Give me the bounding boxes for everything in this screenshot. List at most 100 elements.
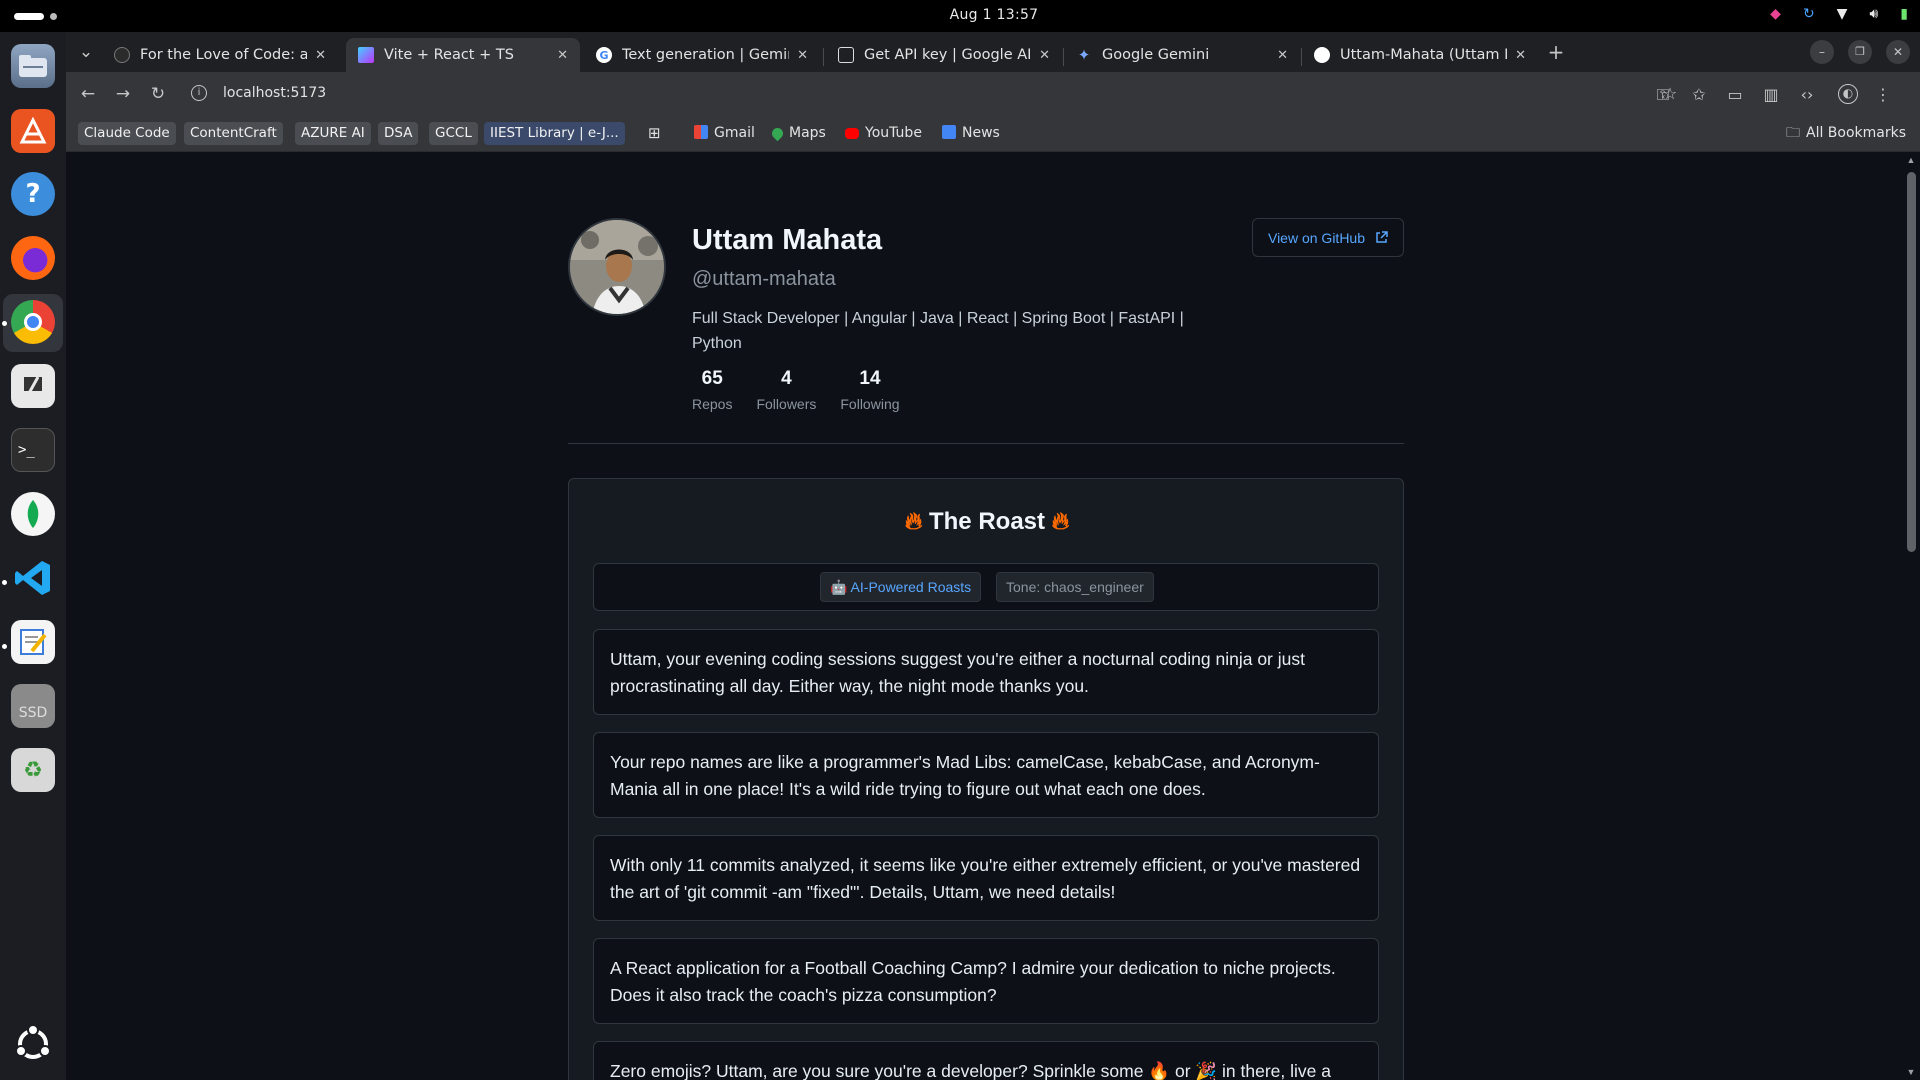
apps-grid-icon[interactable]: ⊞	[648, 122, 661, 145]
stat-value: 4	[781, 368, 792, 389]
browser-tab-bar: ⌄ For the Love of Code: a s ✕ Vite + Rea…	[66, 32, 1920, 72]
chrome-icon[interactable]	[11, 300, 55, 344]
bookmark-azure-ai[interactable]: AZURE AI	[295, 122, 371, 145]
side-panel-icon[interactable]: ▥	[1760, 84, 1782, 106]
system-tray[interactable]: ◆ ↻ ▼ 🔊︎ ▮	[1770, 6, 1908, 22]
stat-value: 14	[859, 368, 881, 389]
wifi-icon[interactable]: ▼	[1837, 6, 1848, 22]
reload-button[interactable]: ↻	[146, 82, 170, 106]
ai-studio-icon	[838, 47, 854, 63]
page-viewport: Uttam Mahata @uttam-mahata Full Stack De…	[66, 152, 1920, 1080]
all-bookmarks-label: All Bookmarks	[1806, 125, 1907, 141]
profile-username: @uttam-mahata	[692, 268, 836, 290]
show-apps-icon[interactable]	[11, 1022, 55, 1066]
browser-toolbar: ← → ↻ i localhost:5173 ☆ ⚿ ✩ ▭ ▥ ‹› ◐ ⋮	[66, 72, 1920, 116]
scrollbar-thumb[interactable]	[1907, 172, 1916, 552]
sync-icon[interactable]: ↻	[1803, 6, 1815, 22]
password-key-icon[interactable]: ⚿	[1652, 84, 1674, 106]
tab-title: Get API key | Google AI S	[864, 47, 1032, 63]
trash-icon[interactable]: ♻	[11, 748, 55, 792]
firefox-icon[interactable]	[11, 236, 55, 280]
ssd-drive-icon[interactable]: SSD	[11, 684, 55, 728]
roast-item: Zero emojis? Uttam, are you sure you're …	[593, 1041, 1379, 1080]
url-text: localhost:5173	[223, 85, 327, 101]
roast-item: A React application for a Football Coach…	[593, 938, 1379, 1024]
battery-icon[interactable]: ▮	[1900, 6, 1908, 22]
maps-icon	[769, 125, 786, 142]
remote-desktop-icon[interactable]	[11, 364, 55, 408]
bookmark-contentcraft[interactable]: ContentCraft	[184, 122, 283, 145]
close-tab-icon[interactable]: ✕	[1039, 48, 1050, 63]
external-link-icon	[1376, 231, 1388, 243]
bookmark-youtube[interactable]: YouTube	[845, 122, 922, 145]
forward-button[interactable]: →	[111, 82, 135, 106]
bookmark-dsa[interactable]: DSA	[378, 122, 419, 145]
bookmark-claude-code[interactable]: Claude Code	[78, 122, 176, 145]
view-on-github-button[interactable]: View on GitHub	[1252, 218, 1404, 257]
scroll-up-arrow[interactable]: ▲	[1906, 155, 1916, 165]
extensions-star-icon[interactable]: ✩	[1688, 84, 1710, 106]
vscode-running-indicator	[2, 580, 7, 585]
files-app-icon[interactable]	[11, 44, 55, 88]
minimize-window-button[interactable]: –	[1810, 40, 1834, 64]
cast-icon[interactable]: ▭	[1724, 84, 1746, 106]
close-window-button[interactable]: ✕	[1886, 40, 1910, 64]
bookmark-news[interactable]: News	[942, 122, 1000, 145]
profile-avatar-icon[interactable]: ◐	[1838, 84, 1858, 104]
tab-text-generation[interactable]: G Text generation | Gemin ✕	[584, 38, 820, 72]
bookmark-iiest-library[interactable]: IIEST Library | e-J...	[484, 122, 625, 145]
stat-repos: 65 Repos	[692, 368, 732, 412]
text-editor-icon[interactable]	[11, 620, 55, 664]
tab-google-gemini[interactable]: ✦ Google Gemini ✕	[1064, 38, 1300, 72]
mongodb-compass-icon[interactable]	[11, 492, 55, 536]
bookmark-gmail[interactable]: Gmail	[694, 122, 755, 145]
news-icon	[942, 125, 956, 139]
site-info-icon[interactable]: i	[191, 85, 207, 101]
stat-following: 14 Following	[840, 368, 899, 412]
roast-item: Your repo names are like a programmer's …	[593, 732, 1379, 818]
bookmark-maps[interactable]: Maps	[769, 122, 826, 145]
avatar	[568, 218, 666, 316]
tab-get-api-key[interactable]: Get API key | Google AI S ✕	[826, 38, 1062, 72]
system-clock[interactable]: Aug 1 13:57	[0, 7, 1920, 23]
all-bookmarks-button[interactable]: 🗀 All Bookmarks	[1786, 122, 1906, 145]
app-center-icon[interactable]	[11, 109, 55, 153]
tab-title: Uttam-Mahata (Uttam M	[1340, 47, 1508, 63]
tab-love-of-code[interactable]: For the Love of Code: a s ✕	[102, 38, 338, 72]
chrome-running-indicator	[2, 321, 7, 326]
system-top-bar: Aug 1 13:57 ◆ ↻ ▼ 🔊︎ ▮	[0, 0, 1920, 32]
close-tab-icon[interactable]: ✕	[315, 48, 326, 63]
help-icon[interactable]: ?	[11, 172, 55, 216]
app-indicator-icon[interactable]: ◆	[1770, 6, 1781, 22]
roast-card: 🔥︎ The Roast 🔥︎ 🤖 AI-Powered Roasts Tone…	[568, 478, 1404, 1080]
browser-menu-icon[interactable]: ⋮	[1872, 84, 1894, 106]
tab-vite-react[interactable]: Vite + React + TS ✕	[346, 38, 580, 72]
scroll-down-arrow[interactable]: ▼	[1906, 1067, 1916, 1077]
close-tab-icon[interactable]: ✕	[1515, 48, 1526, 63]
tab-search-button[interactable]: ⌄	[74, 40, 98, 64]
ubuntu-dock: ? >_ SSD ♻	[0, 32, 66, 1080]
profile-divider	[568, 443, 1404, 444]
bookmark-gccl[interactable]: GCCL	[429, 122, 478, 145]
fire-icon: 🔥︎	[1051, 507, 1070, 535]
profile-bio: Full Stack Developer | Angular | Java | …	[692, 310, 1184, 352]
address-bar[interactable]: i localhost:5173 ☆	[179, 78, 1689, 110]
vscode-icon[interactable]	[11, 556, 55, 600]
devtools-code-icon[interactable]: ‹›	[1796, 84, 1818, 106]
gmail-icon	[694, 125, 708, 139]
volume-icon[interactable]: 🔊︎	[1869, 6, 1878, 22]
page-scrollbar[interactable]: ▲ ▼	[1902, 152, 1920, 1080]
terminal-icon[interactable]: >_	[11, 428, 55, 472]
github-button-label: View on GitHub	[1267, 229, 1365, 246]
close-tab-icon[interactable]: ✕	[1277, 48, 1288, 63]
tab-uttam-github[interactable]: Uttam-Mahata (Uttam M ✕	[1302, 38, 1538, 72]
close-tab-icon[interactable]: ✕	[797, 48, 808, 63]
gemini-icon: ✦	[1077, 46, 1091, 64]
new-tab-button[interactable]: +	[1544, 40, 1568, 64]
google-icon: G	[596, 47, 612, 63]
vite-icon	[358, 47, 374, 63]
profile-stats: 65 Repos 4 Followers 14 Following	[692, 368, 900, 412]
close-tab-icon[interactable]: ✕	[557, 48, 568, 63]
restore-window-button[interactable]: ❐	[1848, 40, 1872, 64]
back-button[interactable]: ←	[76, 82, 100, 106]
